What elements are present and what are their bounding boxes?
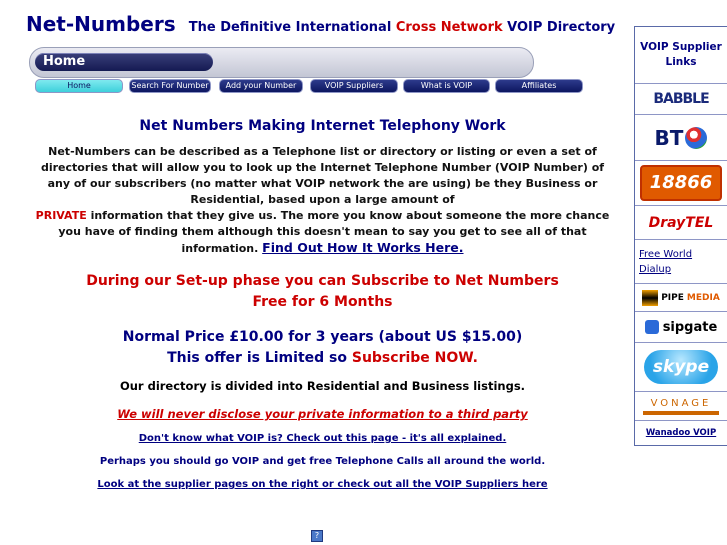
nav-add-your-number[interactable]: Add your Number [219, 79, 303, 93]
tagline-highlight: Cross Network [395, 20, 503, 35]
sidebar-title-cell: VOIP Supplier Links [635, 27, 727, 84]
nav-voip-suppliers[interactable]: VOIP Suppliers [310, 79, 398, 93]
what-is-voip-link[interactable]: Don't know what VOIP is? Check out this … [30, 433, 615, 444]
sidebar-item-18866[interactable]: 18866 [635, 161, 727, 206]
site-logo[interactable]: Net-Numbers [26, 12, 176, 36]
sidebar-item-draytel[interactable]: DrayTEL [635, 206, 727, 240]
sidebar-item-babble[interactable]: BABBLE [635, 84, 727, 115]
sidebar-item-pipemedia[interactable]: PIPE MEDIA [635, 284, 727, 312]
sidebar-item-sipgate[interactable]: sipgate [635, 312, 727, 343]
sidebar-item-bt[interactable]: BT [635, 115, 727, 161]
main-content: Net Numbers Making Internet Telephony Wo… [30, 110, 615, 490]
sidebar-item-skype[interactable]: skype [635, 343, 727, 392]
home-pill[interactable]: Home [35, 53, 213, 71]
sidebar-item-wanadoo[interactable]: Wanadoo VOIP [635, 421, 727, 445]
tagline-part2: VOIP Directory [507, 20, 616, 35]
setup-line-2: Free for 6 Months [252, 294, 393, 310]
sidebar-item-free-world-dialup[interactable]: Free World Dialup [635, 240, 727, 284]
sipgate-text: sipgate [662, 319, 718, 335]
pipemedia-mark-icon [642, 289, 659, 306]
pipemedia-text-2: MEDIA [686, 292, 720, 303]
broken-image-icon: ? [311, 530, 323, 542]
nav-home[interactable]: Home [35, 79, 123, 93]
18866-logo: 18866 [640, 165, 722, 201]
skype-logo: skype [644, 350, 718, 384]
wanadoo-link[interactable]: Wanadoo VOIP [646, 428, 716, 438]
sipgate-logo: sipgate [644, 319, 718, 335]
site-tagline: The Definitive International Cross Netwo… [189, 20, 615, 35]
private-highlight: PRIVATE [35, 209, 87, 222]
subscribe-now[interactable]: Subscribe NOW. [352, 350, 478, 366]
bt-logo-text: BT [654, 125, 684, 150]
setup-line-1: During our Set-up phase you can Subscrib… [86, 273, 559, 289]
tagline-part1: The Definitive International [188, 20, 392, 35]
vonage-logo: VONAGE [643, 398, 719, 415]
supplier-sidebar: VOIP Supplier Links BABBLE BT 18866 Dray… [634, 26, 727, 446]
intro-text-1: Net-Numbers can be described as a Teleph… [40, 145, 605, 206]
nav-search-for-number[interactable]: Search For Number [129, 79, 211, 93]
sipgate-mark-icon [644, 320, 659, 334]
nav-affiliates[interactable]: Affiliates [495, 79, 583, 93]
home-banner-label: Home [43, 54, 86, 69]
bt-globe-icon [685, 126, 708, 149]
vonage-text: VONAGE [650, 397, 712, 409]
directory-note: Our directory is divided into Residentia… [119, 379, 526, 393]
voip-suppliers-link[interactable]: Look at the supplier pages on the right … [30, 479, 615, 490]
free-calls-note: Perhaps you should go VOIP and get free … [99, 456, 546, 467]
draytel-logo: DrayTEL [648, 214, 714, 231]
privacy-note: We will never disclose your private info… [117, 407, 528, 421]
babble-logo: BABBLE [653, 91, 709, 107]
price-line-1: Normal Price £10.00 for 3 years (about U… [122, 329, 523, 345]
page-heading: Net Numbers Making Internet Telephony Wo… [139, 118, 506, 134]
sidebar-item-vonage[interactable]: VONAGE [635, 392, 727, 421]
home-banner: Home [29, 47, 534, 78]
sidebar-title: VOIP Supplier Links [640, 41, 722, 68]
free-world-dialup-link[interactable]: Free World Dialup [639, 247, 723, 277]
pipemedia-text-1: PIPE [661, 292, 684, 303]
nav-what-is-voip[interactable]: What is VOIP [403, 79, 490, 93]
how-it-works-link[interactable]: Find Out How It Works Here. [262, 240, 463, 255]
vonage-stripe [643, 410, 719, 415]
price-line-2: This offer is Limited so [167, 350, 347, 366]
intro-paragraph: Net-Numbers can be described as a Teleph… [30, 144, 615, 257]
setup-offer: During our Set-up phase you can Subscrib… [30, 271, 615, 313]
pipemedia-logo: PIPE MEDIA [642, 289, 720, 306]
price-offer: Normal Price £10.00 for 3 years (about U… [30, 327, 615, 369]
bt-logo: BT [655, 126, 708, 150]
site-header: Net-Numbers The Definitive International… [26, 12, 615, 36]
